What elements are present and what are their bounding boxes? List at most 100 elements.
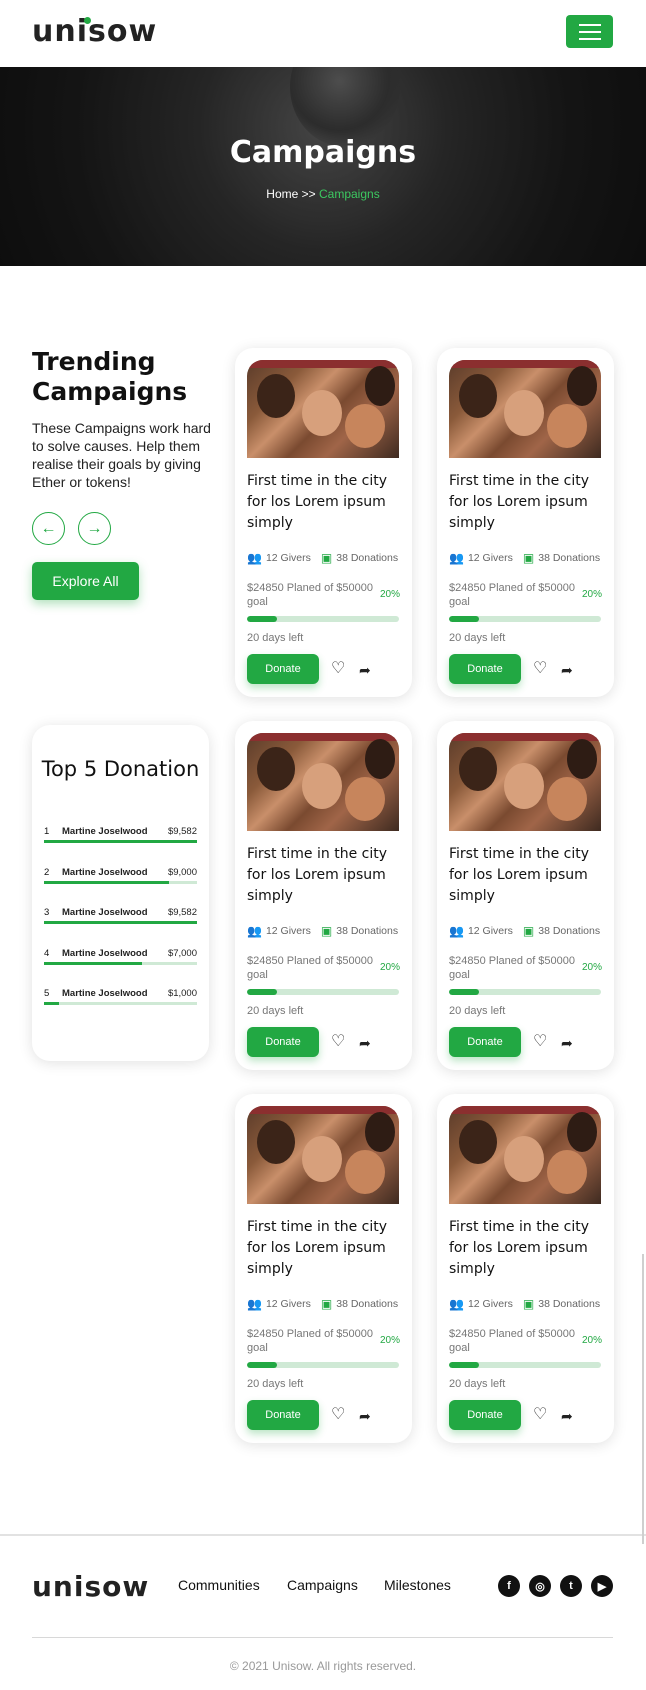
campaign-progress-bar — [247, 616, 399, 622]
campaign-title[interactable]: First time in the city for los Lorem ips… — [449, 1217, 601, 1280]
campaign-card[interactable]: First time in the city for los Lorem ips… — [437, 721, 614, 1070]
share-icon[interactable]: ➦ — [359, 1034, 371, 1052]
hamburger-menu-button[interactable] — [566, 15, 613, 48]
donation-progress-bar — [44, 1002, 197, 1005]
days-left: 20 days left — [449, 1005, 506, 1017]
donor-name: Martine Joselwood — [62, 947, 148, 959]
campaign-title[interactable]: First time in the city for los Lorem ips… — [247, 844, 399, 907]
wallet-icon: ▣ — [320, 551, 333, 565]
youtube-icon[interactable]: ▶ — [591, 1575, 613, 1597]
share-icon[interactable]: ➦ — [561, 1407, 573, 1425]
donor-name: Martine Joselwood — [62, 826, 148, 837]
heart-icon[interactable]: ♡ — [331, 1033, 345, 1051]
hamburger-icon — [579, 24, 601, 26]
donation-rank: 1 — [44, 826, 50, 837]
donations-count: 38 Donations — [336, 1298, 399, 1310]
donations-count: 38 Donations — [538, 925, 601, 937]
share-icon[interactable]: ➦ — [359, 661, 371, 679]
footer-link-campaigns[interactable]: Campaigns — [287, 1577, 358, 1593]
users-icon: 👥 — [449, 924, 464, 938]
users-icon: 👥 — [247, 1297, 262, 1311]
breadcrumb: Home >> Campaigns — [0, 187, 646, 201]
donation-progress-bar — [44, 961, 197, 965]
campaign-image — [247, 1106, 399, 1204]
donate-button[interactable]: Donate — [247, 1027, 319, 1057]
campaign-percent: 20% — [582, 962, 603, 973]
givers-count: 12 Givers — [467, 925, 513, 937]
wallet-icon: ▣ — [522, 1297, 535, 1311]
campaign-card[interactable]: First time in the city for los Lorem ips… — [235, 348, 412, 697]
explore-all-button[interactable]: Explore All — [32, 562, 139, 600]
donate-button[interactable]: Donate — [449, 1400, 521, 1430]
donate-button[interactable]: Donate — [247, 1400, 319, 1430]
twitter-icon[interactable]: t — [560, 1575, 582, 1597]
share-icon[interactable]: ➦ — [561, 661, 573, 679]
top-donations-card: Top 5 Donation 1 Martine Joselwood $9,58… — [32, 725, 209, 1061]
arrow-left-icon: ← — [40, 519, 57, 537]
campaign-goal: $24850 Planed of $50000 goal — [449, 1328, 576, 1354]
wallet-icon: ▣ — [522, 551, 535, 565]
footer-link-milestones[interactable]: Milestones — [384, 1577, 451, 1593]
donation-rank: 5 — [44, 988, 50, 999]
campaign-meta: 👥 12 Givers ▣ 38 Donations — [247, 1297, 407, 1311]
share-icon[interactable]: ➦ — [561, 1034, 573, 1052]
campaign-percent: 20% — [380, 589, 401, 600]
campaign-image — [247, 733, 399, 831]
copyright: © 2021 Unisow. All rights reserved. — [229, 1659, 417, 1673]
prev-arrow-button[interactable]: ← — [32, 512, 65, 545]
footer-divider-top — [0, 1534, 646, 1536]
campaign-title[interactable]: First time in the city for los Lorem ips… — [449, 471, 601, 534]
donation-amount: $9,582 — [167, 907, 197, 918]
donate-button[interactable]: Donate — [449, 1027, 521, 1057]
logo[interactable]: unisow — [32, 14, 157, 49]
users-icon: 👥 — [247, 551, 262, 565]
campaign-percent: 20% — [380, 1335, 401, 1346]
heart-icon[interactable]: ♡ — [533, 1033, 547, 1051]
campaign-title[interactable]: First time in the city for los Lorem ips… — [449, 844, 601, 907]
campaign-progress-bar — [247, 1362, 399, 1368]
campaign-goal: $24850 Planed of $50000 goal — [247, 582, 374, 608]
heart-icon[interactable]: ♡ — [331, 660, 345, 678]
donate-button[interactable]: Donate — [449, 654, 521, 684]
next-arrow-button[interactable]: → — [78, 512, 111, 545]
campaign-progress-bar — [449, 616, 601, 622]
wallet-icon: ▣ — [522, 924, 535, 938]
campaign-progress-bar — [247, 989, 399, 995]
campaign-title[interactable]: First time in the city for los Lorem ips… — [247, 471, 399, 534]
campaign-title[interactable]: First time in the city for los Lorem ips… — [247, 1217, 399, 1280]
donations-count: 38 Donations — [538, 552, 601, 564]
donations-count: 38 Donations — [336, 552, 399, 564]
footer-link-communities[interactable]: Communities — [178, 1577, 260, 1593]
heart-icon[interactable]: ♡ — [533, 1406, 547, 1424]
instagram-icon[interactable]: ◎ — [529, 1575, 551, 1597]
donation-rank: 4 — [44, 947, 50, 959]
heart-icon[interactable]: ♡ — [331, 1406, 345, 1424]
footer-logo[interactable]: unisow — [32, 1570, 149, 1603]
wallet-icon: ▣ — [320, 1297, 333, 1311]
heart-icon[interactable]: ♡ — [533, 660, 547, 678]
logo-dot — [84, 17, 91, 24]
campaign-meta: 👥 12 Givers ▣ 38 Donations — [247, 551, 407, 565]
facebook-icon[interactable]: f — [498, 1575, 520, 1597]
days-left: 20 days left — [247, 1378, 304, 1390]
donation-amount: $9,582 — [167, 826, 197, 837]
campaign-card[interactable]: First time in the city for los Lorem ips… — [235, 1094, 412, 1443]
donor-name: Martine Joselwood — [62, 988, 148, 999]
donation-progress-bar — [44, 840, 197, 843]
campaign-meta: 👥 12 Givers ▣ 38 Donations — [449, 551, 609, 565]
givers-count: 12 Givers — [265, 552, 311, 564]
campaign-card[interactable]: First time in the city for los Lorem ips… — [437, 1094, 614, 1443]
donate-button[interactable]: Donate — [247, 654, 319, 684]
campaign-percent: 20% — [380, 962, 401, 973]
campaign-image — [247, 360, 399, 458]
scrollbar[interactable] — [642, 1254, 644, 1544]
footer-divider — [32, 1637, 613, 1638]
site-header: unisow — [0, 0, 646, 67]
givers-count: 12 Givers — [467, 1298, 513, 1310]
campaign-card[interactable]: First time in the city for los Lorem ips… — [235, 721, 412, 1070]
share-icon[interactable]: ➦ — [359, 1407, 371, 1425]
campaign-percent: 20% — [582, 1335, 603, 1346]
breadcrumb-home[interactable]: Home >> — [266, 187, 315, 201]
campaign-card[interactable]: First time in the city for los Lorem ips… — [437, 348, 614, 697]
days-left: 20 days left — [449, 1378, 506, 1390]
